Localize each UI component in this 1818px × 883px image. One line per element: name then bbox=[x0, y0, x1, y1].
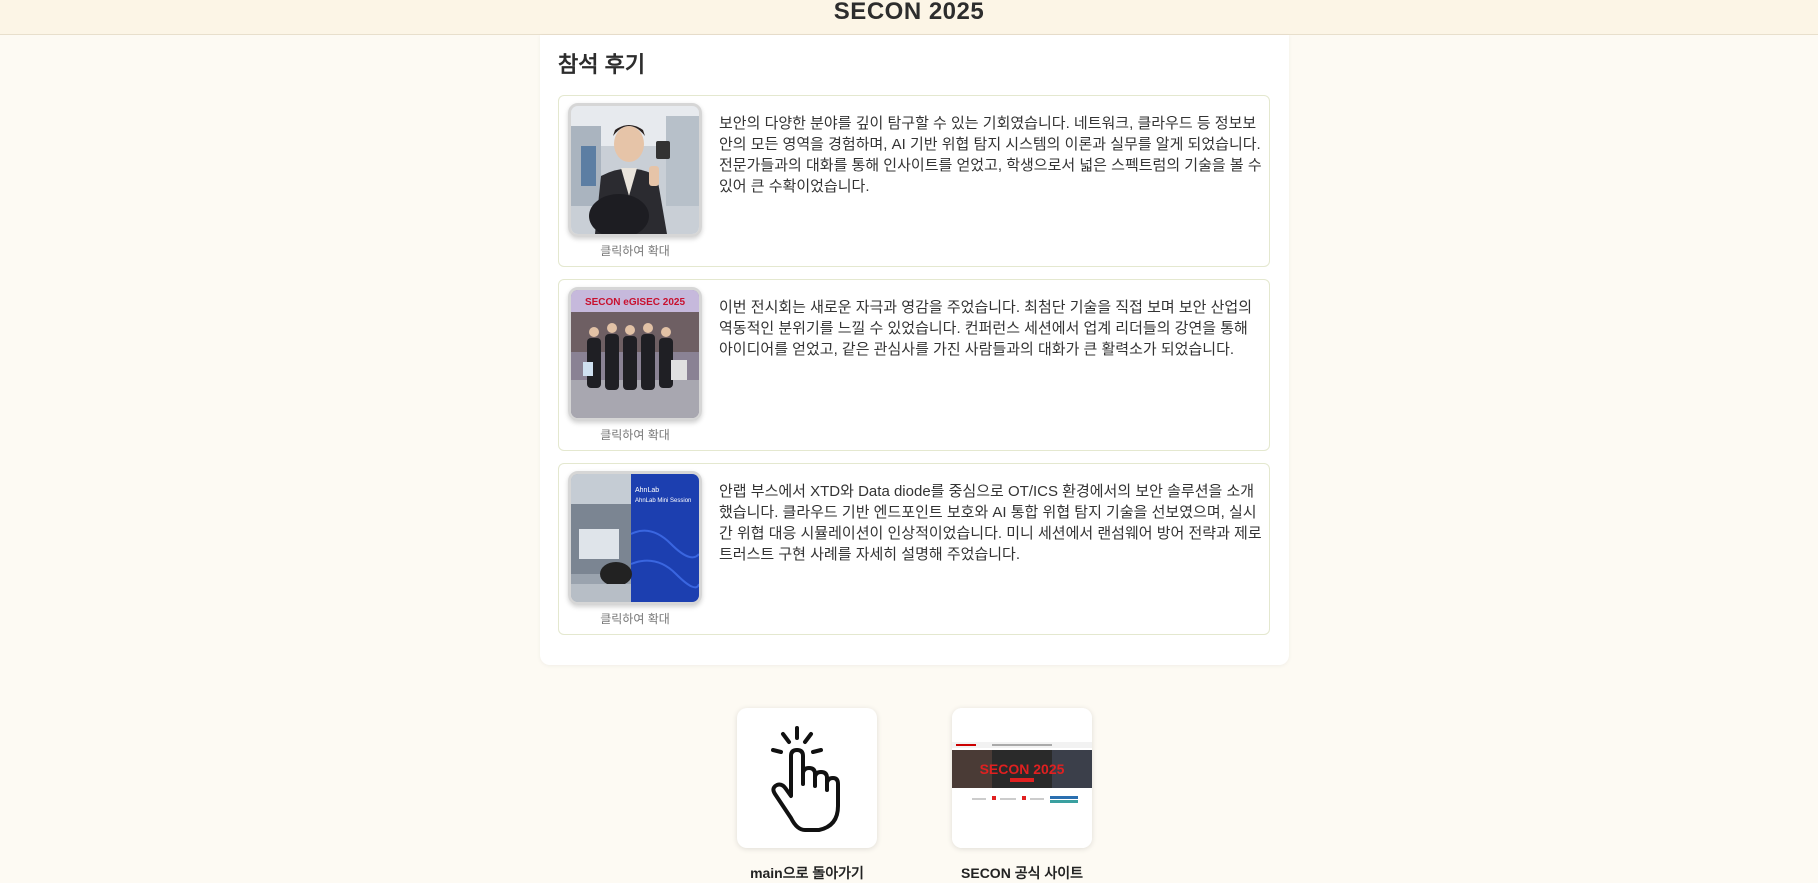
review-text: 이번 전시회는 새로운 자극과 영감을 주었습니다. 최첨단 기술을 직접 보며… bbox=[719, 299, 1253, 358]
secon-site-link-button[interactable]: SECON 2025 bbox=[952, 708, 1092, 848]
website-thumbnail: SECON 2025 bbox=[952, 708, 1092, 848]
click-hand-icon bbox=[771, 726, 840, 832]
review-section: 참석 후기 클릭하여 확대 보안의 다양한 분야를 깊이 탐구할 수 있는 기회… bbox=[540, 35, 1289, 665]
review-text: 안랩 부스에서 XTD와 Data diode를 중심으로 OT/ICS 환경에… bbox=[719, 483, 1262, 563]
review-card: AhnLab AhnLab Mini Session 클릭하여 확대 안랩 부스… bbox=[558, 463, 1270, 635]
review-card: 클릭하여 확대 보안의 다양한 분야를 깊이 탐구할 수 있는 기회였습니다. … bbox=[558, 95, 1270, 267]
main-link-label[interactable]: main으로 돌아가기 bbox=[707, 863, 907, 883]
secon-site-link-label[interactable]: SECON 공식 사이트 bbox=[922, 863, 1122, 883]
review-card: SECON eGISEC 2025 클릭하여 확대 이번 전시회는 새로운 자극… bbox=[558, 279, 1270, 451]
section-title: 참석 후기 bbox=[558, 52, 646, 77]
person-selfie-photo[interactable] bbox=[568, 103, 702, 237]
top-header: SECON 2025 bbox=[0, 0, 1818, 35]
enlarge-caption: 클릭하여 확대 bbox=[600, 244, 670, 258]
booth-banner-text: AhnLab Mini Session bbox=[635, 498, 691, 504]
thumbnail-title: SECON 2025 bbox=[980, 761, 1065, 777]
main-link-button[interactable] bbox=[737, 708, 877, 848]
enlarge-caption: 클릭하여 확대 bbox=[600, 612, 670, 626]
page-title: SECON 2025 bbox=[833, 0, 985, 25]
group-photo[interactable]: SECON eGISEC 2025 bbox=[568, 287, 702, 421]
enlarge-caption: 클릭하여 확대 bbox=[600, 428, 670, 442]
svg-text:AhnLab: AhnLab bbox=[635, 487, 659, 494]
booth-photo[interactable]: AhnLab AhnLab Mini Session bbox=[568, 471, 702, 605]
photo-banner-text: SECON eGISEC 2025 bbox=[585, 297, 685, 308]
review-text: 보안의 다양한 분야를 깊이 탐구할 수 있는 기회였습니다. 네트워크, 클라… bbox=[719, 115, 1262, 195]
